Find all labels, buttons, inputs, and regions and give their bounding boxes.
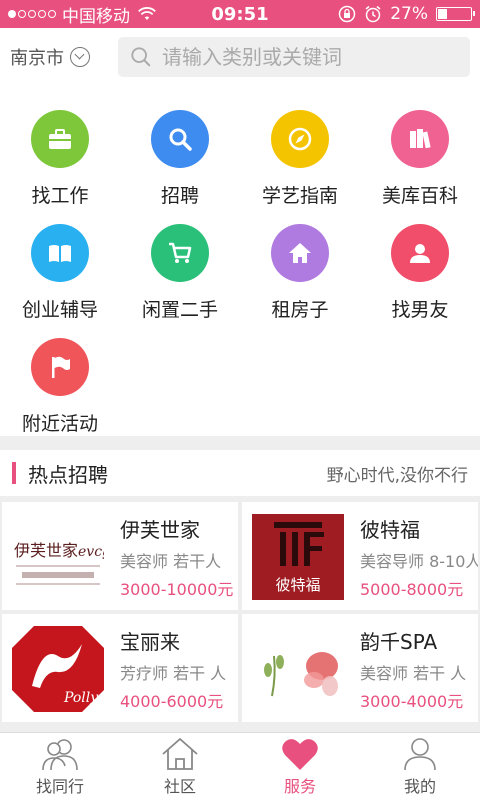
category-icon-circle [151, 110, 209, 168]
category-rent-house[interactable]: 租房子 [240, 224, 360, 322]
section-accent-bar [12, 462, 16, 484]
search-input[interactable] [162, 45, 458, 69]
category-icon-circle [31, 110, 89, 168]
company-name: 韵千SPA [360, 630, 438, 654]
nav-tab-peers[interactable]: 找同行 [0, 733, 120, 800]
company-name: 宝丽来 [120, 630, 180, 654]
house-icon [289, 243, 311, 263]
job-description: 美容导师 8-10人 [360, 552, 478, 571]
category-icon-circle [31, 224, 89, 282]
books-icon [410, 129, 431, 149]
category-find-boyfriend[interactable]: 找男友 [360, 224, 480, 322]
category-label: 租房子 [271, 299, 329, 321]
category-label: 招聘 [160, 185, 199, 207]
category-label: 找工作 [31, 185, 89, 207]
salary-range: 4000-6000元 [120, 692, 224, 711]
category-recruit[interactable]: 招聘 [120, 110, 240, 208]
category-study-guide[interactable]: 学艺指南 [240, 110, 360, 208]
briefcase-icon [49, 129, 71, 149]
category-icon-circle [271, 224, 329, 282]
heart-icon [282, 738, 318, 770]
category-icon-circle [31, 338, 89, 396]
city-selector[interactable]: 南京市 [10, 44, 118, 70]
peers-icon [42, 738, 78, 770]
nav-label: 我的 [403, 776, 436, 796]
category-label: 创业辅导 [21, 299, 98, 321]
nav-label: 服务 [283, 776, 316, 796]
job-card[interactable]: 彼特福 彼特福 美容导师 8-10人 5000-8000元 [242, 502, 478, 610]
category-second-hand[interactable]: 闲置二手 [120, 224, 240, 322]
job-card[interactable]: 韵千SPA 美容师 若干 人 3000-4000元 [242, 614, 478, 722]
category-icon-circle [271, 110, 329, 168]
category-grid: 找工作 招聘 学艺指南 美库百科 创业辅导 闲置二手 租房子 找男友 附近活动 [0, 86, 480, 436]
category-icon-circle [151, 224, 209, 282]
section-slogan: 野心时代,没你不行 [326, 465, 468, 486]
search-box[interactable] [118, 37, 470, 77]
logo-wordmark: Polly [63, 690, 99, 706]
nav-tab-services[interactable]: 服务 [240, 733, 360, 800]
company-logo: Polly [12, 626, 104, 712]
flag-icon [52, 356, 70, 378]
hot-jobs-header: 热点招聘 野心时代,没你不行 [0, 450, 480, 496]
category-label: 附近活动 [21, 413, 98, 435]
search-icon [131, 47, 151, 67]
salary-range: 5000-8000元 [360, 580, 464, 599]
category-find-job[interactable]: 找工作 [0, 110, 120, 208]
battery-percent: 27% [390, 4, 428, 24]
section-title: 热点招聘 [28, 462, 108, 487]
company-logo: 伊芙世家 evcg [12, 514, 104, 600]
carrier-name: 中国移动 [62, 6, 130, 27]
category-label: 美库百科 [381, 185, 458, 207]
wifi-icon [138, 7, 156, 20]
community-home-icon [162, 737, 198, 770]
search-header: 南京市 [0, 28, 480, 86]
job-description: 美容师 若干 人 [360, 664, 467, 683]
cart-icon [169, 242, 192, 263]
category-label: 学艺指南 [261, 185, 338, 207]
category-icon-circle [391, 110, 449, 168]
company-name: 伊芙世家 [120, 518, 200, 542]
company-logo [252, 626, 344, 712]
category-nearby-events[interactable]: 附近活动 [0, 338, 120, 436]
nav-tab-mine[interactable]: 我的 [360, 733, 480, 800]
logo-wordmark: 伊芙世家 [14, 541, 78, 560]
open-book-icon [49, 245, 71, 262]
chevron-down-icon [70, 47, 90, 67]
city-name: 南京市 [10, 48, 64, 69]
job-card[interactable]: 伊芙世家 evcg 伊芙世家 美容师 若干人 3000-10000元 [2, 502, 238, 610]
job-description: 美容师 若干人 [120, 552, 222, 571]
alarm-icon [365, 5, 381, 23]
orientation-lock-icon [338, 5, 356, 23]
company-logo: 彼特福 [252, 514, 344, 600]
signal-strength-icon [8, 10, 56, 18]
person-icon [410, 244, 430, 263]
nav-tab-community[interactable]: 社区 [120, 733, 240, 800]
company-name: 彼特福 [360, 518, 420, 542]
category-label: 找男友 [391, 299, 449, 321]
salary-range: 3000-4000元 [360, 692, 464, 711]
category-label: 闲置二手 [141, 299, 218, 321]
job-card[interactable]: Polly 宝丽来 芳疗师 若干 人 4000-6000元 [2, 614, 238, 722]
profile-icon [404, 737, 436, 770]
category-beauty-encyclopedia[interactable]: 美库百科 [360, 110, 480, 208]
category-icon-circle [391, 224, 449, 282]
svg-text:evcg: evcg [78, 544, 104, 560]
salary-range: 3000-10000元 [120, 580, 234, 599]
category-business-coaching[interactable]: 创业辅导 [0, 224, 120, 322]
nav-label: 社区 [163, 776, 196, 796]
nav-label: 找同行 [35, 776, 84, 796]
compass-icon [288, 127, 312, 151]
battery-icon [436, 7, 475, 21]
job-description: 芳疗师 若干 人 [120, 664, 227, 683]
logo-wordmark: 彼特福 [275, 576, 320, 594]
status-bar: 中国移动 09:51 27% [0, 0, 480, 28]
magnifier-icon [169, 128, 192, 151]
clock: 09:51 [211, 3, 269, 25]
bottom-nav: 找同行 社区 服务 我的 [0, 732, 480, 800]
